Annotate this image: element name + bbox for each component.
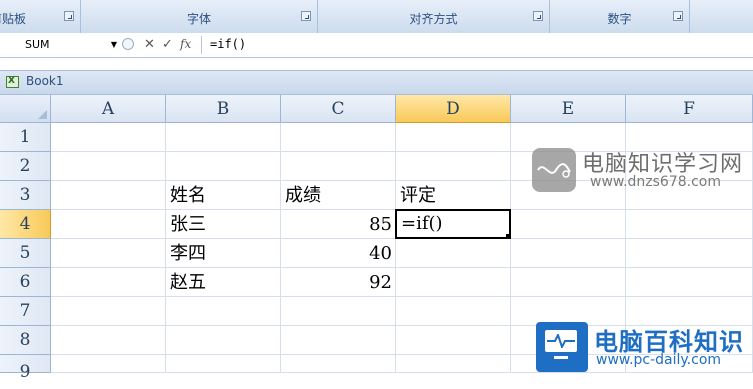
cancel-icon[interactable]: ✕ bbox=[144, 36, 155, 53]
cell-d8[interactable] bbox=[396, 326, 511, 355]
dialog-launcher-icon[interactable] bbox=[533, 11, 543, 21]
row-header-9[interactable]: 9 bbox=[0, 355, 51, 382]
cell-a1[interactable] bbox=[51, 123, 166, 152]
cell-f6[interactable] bbox=[626, 268, 753, 297]
cell-a5[interactable] bbox=[51, 239, 166, 268]
cell-b1[interactable] bbox=[166, 123, 281, 152]
formula-input[interactable]: =if() bbox=[210, 36, 246, 53]
excel-workbook-icon: X bbox=[6, 76, 19, 88]
cell-d7[interactable] bbox=[396, 297, 511, 326]
insert-function-icon[interactable]: fx bbox=[180, 36, 191, 53]
watermark-url: www.dnzs678.com bbox=[590, 174, 721, 190]
cell-f4[interactable] bbox=[626, 210, 753, 239]
monitor-logo-icon bbox=[536, 322, 588, 372]
formula-divider bbox=[201, 36, 202, 54]
formula-buttons: ✕ ✓ fx bbox=[122, 36, 200, 53]
row-header-8[interactable]: 8 bbox=[0, 326, 51, 355]
cell-c1[interactable] bbox=[281, 123, 396, 152]
cell-a8[interactable] bbox=[51, 326, 166, 355]
cell-d1[interactable] bbox=[396, 123, 511, 152]
ribbon-group-partial bbox=[690, 0, 753, 33]
dialog-launcher-icon[interactable] bbox=[64, 11, 74, 21]
cell-a7[interactable] bbox=[51, 297, 166, 326]
workbook-title-bar: X Book1 bbox=[0, 70, 753, 95]
column-header-a[interactable]: A bbox=[51, 95, 166, 123]
name-box-value: SUM bbox=[25, 38, 50, 51]
column-header-d[interactable]: D bbox=[396, 95, 511, 123]
row-header-5[interactable]: 5 bbox=[0, 239, 51, 268]
cell-c6[interactable]: 92 bbox=[281, 268, 396, 297]
name-box[interactable]: SUM ▼ bbox=[2, 36, 120, 53]
cell-a6[interactable] bbox=[51, 268, 166, 297]
cell-b7[interactable] bbox=[166, 297, 281, 326]
cell-a2[interactable] bbox=[51, 152, 166, 181]
cell-a3[interactable] bbox=[51, 181, 166, 210]
column-header-b[interactable]: B bbox=[166, 95, 281, 123]
watermark-pc-daily: 电脑百科知识 www.pc-daily.com bbox=[536, 316, 753, 373]
cell-c5[interactable]: 40 bbox=[281, 239, 396, 268]
cell-a9[interactable] bbox=[51, 355, 166, 373]
cell-c9[interactable] bbox=[281, 355, 396, 373]
cell-b4[interactable]: 张三 bbox=[166, 210, 281, 239]
row-header-1[interactable]: 1 bbox=[0, 123, 51, 152]
ribbon-group-font: 字体 bbox=[81, 0, 318, 33]
cell-b9[interactable] bbox=[166, 355, 281, 373]
column-header-c[interactable]: C bbox=[281, 95, 396, 123]
cell-c7[interactable] bbox=[281, 297, 396, 326]
cell-d6[interactable] bbox=[396, 268, 511, 297]
ribbon: 剪贴板 字体 对齐方式 数字 bbox=[0, 0, 753, 34]
select-all-corner[interactable] bbox=[0, 95, 51, 123]
cell-c3[interactable]: 成绩 bbox=[281, 181, 396, 210]
cell-b3[interactable]: 姓名 bbox=[166, 181, 281, 210]
mouse-logo-icon bbox=[532, 148, 576, 192]
cell-d3[interactable]: 评定 bbox=[396, 181, 511, 210]
cell-b6[interactable]: 赵五 bbox=[166, 268, 281, 297]
row-header-2[interactable]: 2 bbox=[0, 152, 51, 181]
cell-e6[interactable] bbox=[511, 268, 626, 297]
cell-d4[interactable]: =if() bbox=[395, 209, 511, 239]
dialog-launcher-icon[interactable] bbox=[301, 11, 311, 21]
enter-icon[interactable]: ✓ bbox=[162, 36, 173, 53]
cell-e5[interactable] bbox=[511, 239, 626, 268]
column-header-f[interactable]: F bbox=[626, 95, 753, 123]
cell-c4[interactable]: 85 bbox=[281, 210, 396, 239]
ribbon-group-clipboard: 剪贴板 bbox=[0, 0, 81, 33]
dialog-launcher-icon[interactable] bbox=[673, 11, 683, 21]
cell-d5[interactable] bbox=[396, 239, 511, 268]
chevron-down-icon[interactable]: ▼ bbox=[111, 37, 117, 52]
formula-bar: SUM ▼ ✕ ✓ fx =if() bbox=[0, 33, 753, 58]
row-header-7[interactable]: 7 bbox=[0, 297, 51, 326]
cell-c2[interactable] bbox=[281, 152, 396, 181]
cell-b2[interactable] bbox=[166, 152, 281, 181]
cell-d9[interactable] bbox=[396, 355, 511, 373]
row-header-3[interactable]: 3 bbox=[0, 181, 51, 210]
cell-e4[interactable] bbox=[511, 210, 626, 239]
cell-a4[interactable] bbox=[51, 210, 166, 239]
cell-b5[interactable]: 李四 bbox=[166, 239, 281, 268]
expand-handle-icon[interactable] bbox=[122, 38, 134, 50]
watermark-url: www.pc-daily.com bbox=[596, 352, 722, 368]
cell-c8[interactable] bbox=[281, 326, 396, 355]
column-header-e[interactable]: E bbox=[511, 95, 626, 123]
row-header-4[interactable]: 4 bbox=[0, 210, 51, 239]
ribbon-group-label: 字体 bbox=[186, 12, 211, 26]
workbook-title: Book1 bbox=[26, 74, 64, 88]
ribbon-group-label: 对齐方式 bbox=[409, 12, 458, 26]
cell-d2[interactable] bbox=[396, 152, 511, 181]
ribbon-group-number: 数字 bbox=[550, 0, 690, 33]
cell-f5[interactable] bbox=[626, 239, 753, 268]
ribbon-group-label: 数字 bbox=[607, 12, 632, 26]
row-header-6[interactable]: 6 bbox=[0, 268, 51, 297]
ribbon-group-alignment: 对齐方式 bbox=[318, 0, 550, 33]
cell-b8[interactable] bbox=[166, 326, 281, 355]
watermark-dnzs678: 电脑知识学习网 www.dnzs678.com bbox=[532, 146, 742, 194]
